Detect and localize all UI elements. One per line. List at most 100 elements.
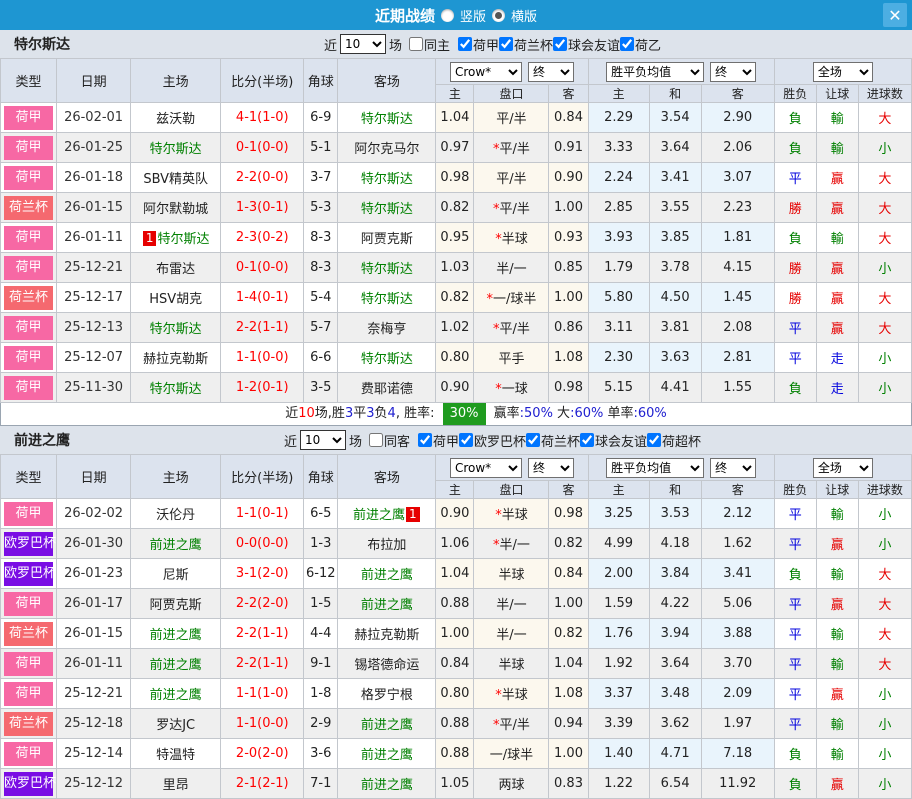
result-goals-cell: 大: [858, 163, 911, 193]
same-venue-filter[interactable]: 同主: [409, 35, 450, 54]
avg-draw-odds: 3.64: [649, 133, 701, 163]
summary-segment: 负: [375, 406, 388, 421]
score-cell: 1-1(0-0): [221, 343, 304, 373]
result-wdl-cell: 平: [774, 499, 816, 529]
final-select[interactable]: 终: [528, 458, 574, 478]
corners-cell: 5-4: [304, 283, 338, 313]
handicap-away-odds: 1.00: [549, 739, 588, 769]
handicap-label: 半球: [498, 568, 524, 583]
result-goals-cell: 小: [858, 529, 911, 559]
scope-select[interactable]: 全场: [813, 458, 873, 478]
avg-home-odds: 1.40: [588, 739, 649, 769]
league-filter[interactable]: 荷甲: [418, 431, 459, 450]
score-cell: 0-0(0-0): [221, 529, 304, 559]
summary-segment: :60%: [570, 406, 603, 421]
team-label: 里昂: [163, 778, 189, 793]
scope-group: 全场: [774, 455, 911, 481]
score-cell: 1-1(0-0): [221, 709, 304, 739]
wdl-average-select[interactable]: 胜平负均值: [606, 62, 704, 82]
col-score: 比分(半场): [221, 59, 304, 103]
wdl-average-select[interactable]: 胜平负均值: [606, 458, 704, 478]
league-checkbox[interactable]: [499, 37, 513, 51]
final-select[interactable]: 终: [710, 62, 756, 82]
games-unit-label: 场: [389, 35, 402, 54]
close-button[interactable]: ✕: [883, 3, 907, 27]
league-filter[interactable]: 荷兰杯: [526, 431, 580, 450]
result-handicap-cell: 贏: [816, 253, 858, 283]
date-cell: 25-11-30: [57, 373, 131, 403]
team-label: 阿尔克马尔: [354, 142, 419, 157]
score-cell: 2-2(0-0): [221, 163, 304, 193]
league-filter[interactable]: 球会友谊: [580, 431, 647, 450]
league-filter[interactable]: 荷乙: [620, 35, 661, 54]
company-select[interactable]: Crow*: [450, 62, 522, 82]
date-cell: 26-01-30: [57, 529, 131, 559]
avg-home-odds: 3.93: [588, 223, 649, 253]
home-team-cell: 沃伦丹: [131, 499, 221, 529]
layout-radio-vertical[interactable]: [441, 9, 454, 22]
handicap-away-odds: 1.08: [549, 679, 588, 709]
same-venue-checkbox[interactable]: [409, 37, 423, 51]
avg-draw-odds: 3.84: [649, 559, 701, 589]
league-checkbox[interactable]: [458, 37, 472, 51]
league-filter[interactable]: 球会友谊: [553, 35, 620, 54]
date-cell: 26-01-17: [57, 589, 131, 619]
layout-radio-horizontal[interactable]: [492, 9, 505, 22]
score-cell: 1-1(1-0): [221, 679, 304, 709]
same-venue-checkbox[interactable]: [369, 433, 383, 447]
col-home: 主场: [131, 455, 221, 499]
handicap-away-odds: 0.86: [549, 313, 588, 343]
handicap-home-odds: 0.84: [436, 649, 474, 679]
team-label: SBV精英队: [143, 172, 208, 187]
col-handicap: 盘口: [474, 85, 549, 103]
handicap-home-odds: 0.98: [436, 163, 474, 193]
score-cell: 3-1(2-0): [221, 559, 304, 589]
league-label: 荷超杯: [662, 431, 701, 450]
league-filter[interactable]: 荷超杯: [647, 431, 701, 450]
handicap-cell: *平/半: [474, 193, 549, 223]
result-handicap-cell: 贏: [816, 529, 858, 559]
avg-home-odds: 3.33: [588, 133, 649, 163]
games-count-select[interactable]: 10: [340, 34, 386, 54]
away-team-cell: 前进之鹰1: [338, 499, 436, 529]
result-goals-cell: 大: [858, 193, 911, 223]
score-cell: 2-2(2-0): [221, 589, 304, 619]
team-label: 奈梅亨: [367, 322, 406, 337]
league-checkbox[interactable]: [459, 433, 473, 447]
league-checkbox[interactable]: [526, 433, 540, 447]
league-filter[interactable]: 荷甲: [458, 35, 499, 54]
league-badge: 荷甲: [4, 136, 53, 160]
league-type-cell: 欧罗巴杯: [1, 529, 57, 559]
league-checkbox[interactable]: [620, 37, 634, 51]
league-filter[interactable]: 欧罗巴杯: [459, 431, 526, 450]
final-select[interactable]: 终: [528, 62, 574, 82]
score-cell: 1-2(0-1): [221, 373, 304, 403]
avg-away-odds: 1.45: [701, 283, 774, 313]
away-team-cell: 特尔斯达: [338, 163, 436, 193]
away-team-cell: 前进之鹰: [338, 589, 436, 619]
league-checkbox[interactable]: [553, 37, 567, 51]
league-badge: 荷兰杯: [4, 622, 53, 646]
home-team-cell: 特温特: [131, 739, 221, 769]
result-goals-cell: 大: [858, 313, 911, 343]
company-select[interactable]: Crow*: [450, 458, 522, 478]
handicap-cell: *半球: [474, 679, 549, 709]
dialog-title: 近期战绩: [375, 5, 435, 26]
summary-segment: 场,胜: [315, 406, 345, 421]
away-team-cell: 前进之鹰: [338, 739, 436, 769]
league-checkbox[interactable]: [647, 433, 661, 447]
scope-select[interactable]: 全场: [813, 62, 873, 82]
league-checkbox[interactable]: [580, 433, 594, 447]
same-venue-filter[interactable]: 同客: [369, 431, 410, 450]
final-select[interactable]: 终: [710, 458, 756, 478]
games-count-select[interactable]: 10: [300, 430, 346, 450]
league-badge: 欧罗巴杯: [4, 772, 53, 796]
league-filter[interactable]: 荷兰杯: [499, 35, 553, 54]
avg-draw-odds: 3.85: [649, 223, 701, 253]
handicap-away-odds: 0.84: [549, 559, 588, 589]
home-team-cell: 尼斯: [131, 559, 221, 589]
league-type-cell: 荷兰杯: [1, 193, 57, 223]
result-wdl-cell: 負: [774, 769, 816, 799]
date-cell: 25-12-07: [57, 343, 131, 373]
league-checkbox[interactable]: [418, 433, 432, 447]
